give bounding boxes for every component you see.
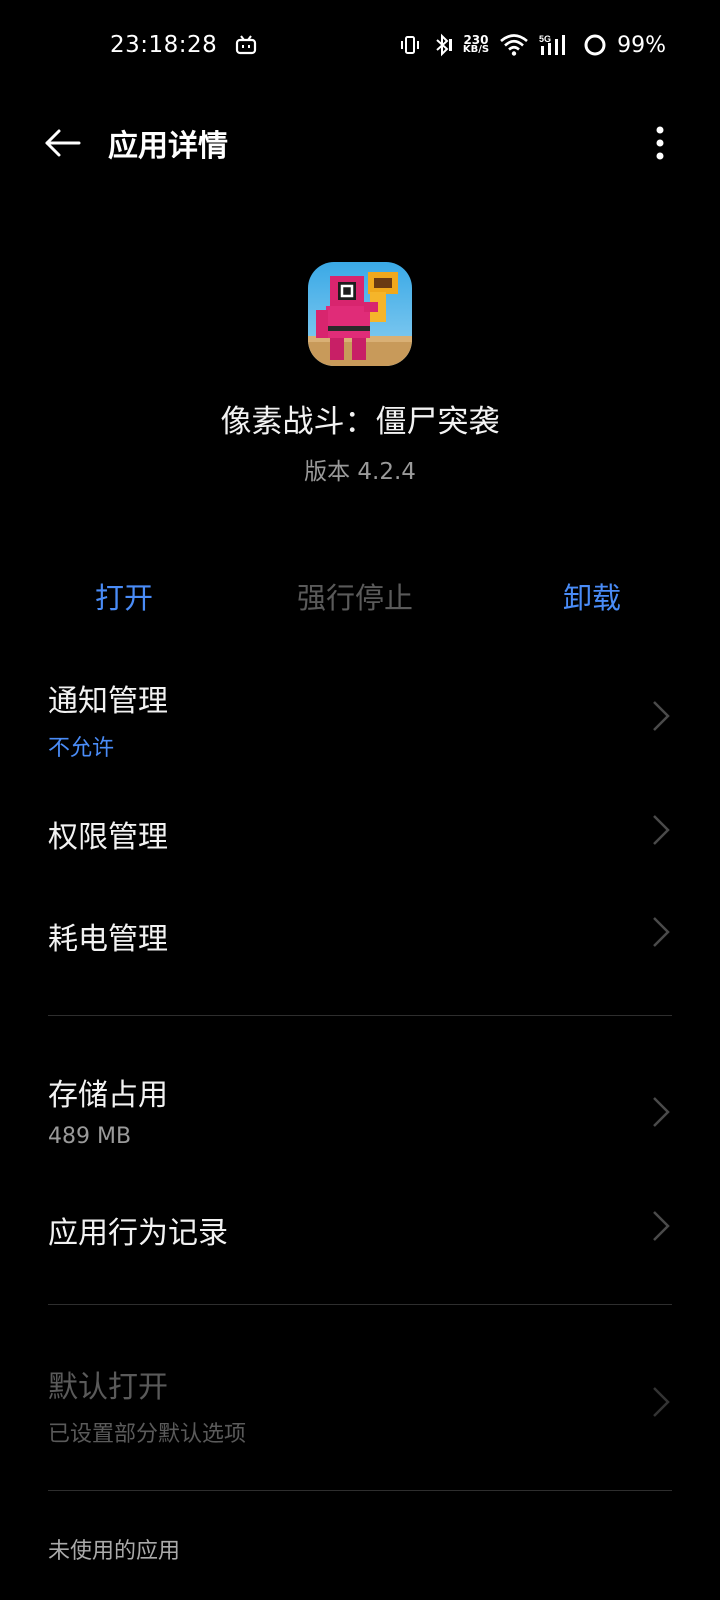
network-speed: 230 KB/S bbox=[462, 34, 490, 55]
app-name: 像素战斗：僵尸突袭 bbox=[220, 404, 500, 440]
chevron-right-icon bbox=[653, 1387, 670, 1417]
item-subtitle: 489 MB bbox=[48, 1124, 132, 1149]
default-open-item[interactable]: 默认打开 已设置部分默认选项 bbox=[0, 1362, 720, 1448]
wifi-icon bbox=[499, 33, 529, 57]
item-title: 存储占用 bbox=[48, 1078, 168, 1113]
notification-management-item[interactable]: 通知管理 不允许 bbox=[0, 676, 720, 762]
bilibili-notification-icon bbox=[235, 35, 257, 55]
network-type-label: 5G bbox=[539, 34, 551, 44]
battery-management-item[interactable]: 耗电管理 bbox=[0, 914, 720, 958]
item-subtitle: 不允许 bbox=[48, 736, 115, 761]
chevron-right-icon bbox=[653, 701, 670, 731]
status-time: 23:18:28 bbox=[110, 32, 218, 58]
vibrate-icon bbox=[399, 34, 421, 56]
item-title: 默认打开 bbox=[48, 1370, 168, 1405]
item-title: 权限管理 bbox=[48, 820, 168, 855]
app-icon bbox=[308, 262, 412, 366]
chevron-right-icon bbox=[653, 815, 670, 845]
battery-percentage: 99% bbox=[617, 32, 666, 58]
cellular-signal-icon: 5G bbox=[539, 33, 573, 57]
divider bbox=[48, 1015, 672, 1016]
battery-ring-icon bbox=[583, 33, 607, 57]
chevron-right-icon bbox=[653, 1097, 670, 1127]
uninstall-button[interactable]: 卸载 bbox=[563, 570, 621, 626]
page-title: 应用详情 bbox=[108, 129, 228, 164]
item-title: 通知管理 bbox=[48, 684, 168, 719]
app-behavior-record-item[interactable]: 应用行为记录 bbox=[0, 1208, 720, 1252]
chevron-right-icon bbox=[653, 1211, 670, 1241]
arrow-left-icon bbox=[45, 129, 81, 157]
open-button[interactable]: 打开 bbox=[95, 570, 153, 626]
item-title: 应用行为记录 bbox=[48, 1216, 228, 1251]
storage-usage-item[interactable]: 存储占用 489 MB bbox=[0, 1070, 720, 1149]
force-stop-button[interactable]: 强行停止 bbox=[297, 570, 413, 626]
bluetooth-icon bbox=[431, 33, 453, 57]
permission-management-item[interactable]: 权限管理 bbox=[0, 812, 720, 856]
item-subtitle: 已设置部分默认选项 bbox=[48, 1422, 247, 1447]
app-version: 版本 4.2.4 bbox=[304, 459, 416, 485]
action-bar: 打开 强行停止 卸载 bbox=[0, 570, 720, 626]
status-bar: 23:18:28 230 KB/S 5G 99% bbox=[0, 0, 720, 90]
divider bbox=[48, 1490, 672, 1491]
chevron-right-icon bbox=[653, 917, 670, 947]
back-button[interactable] bbox=[18, 100, 108, 186]
app-bar: 应用详情 bbox=[0, 100, 720, 186]
network-speed-unit: KB/S bbox=[462, 44, 490, 55]
divider bbox=[48, 1304, 672, 1305]
section-header-unused-apps: 未使用的应用 bbox=[48, 1539, 181, 1564]
more-vertical-icon bbox=[656, 126, 664, 160]
more-options-button[interactable] bbox=[640, 118, 680, 168]
item-title: 耗电管理 bbox=[48, 922, 168, 957]
